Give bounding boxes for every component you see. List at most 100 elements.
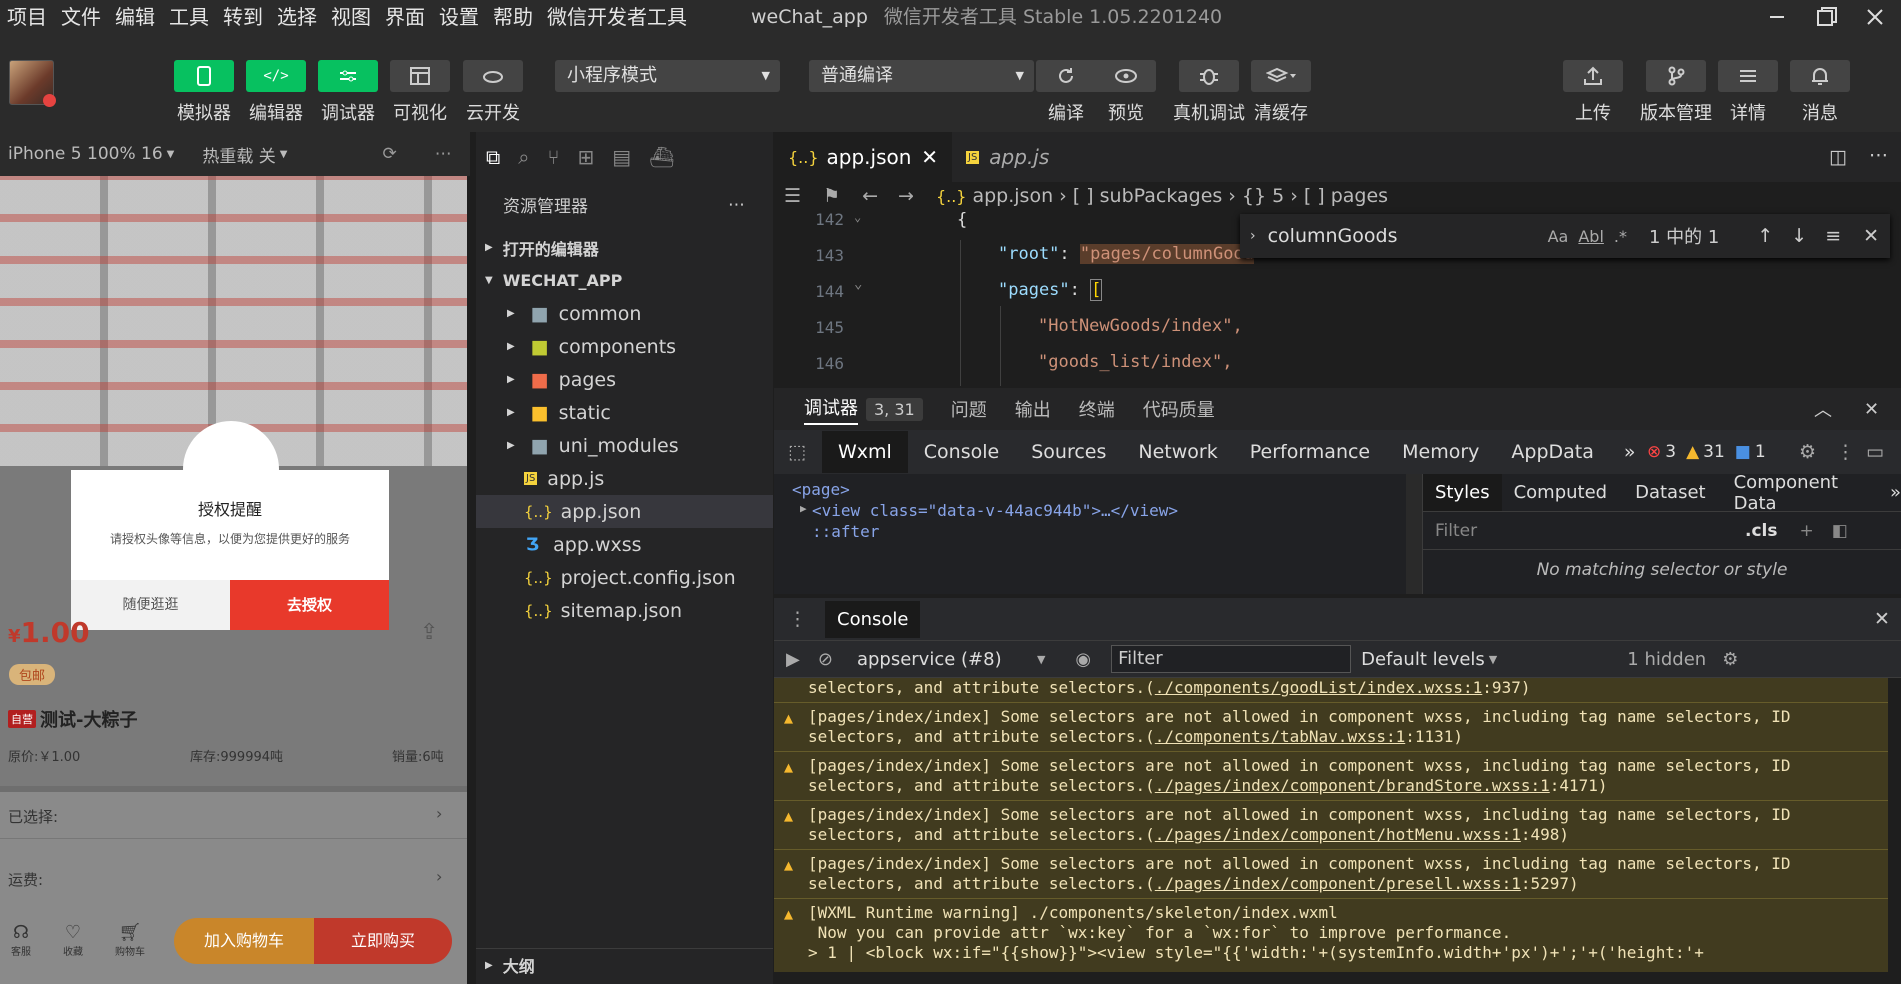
back-icon[interactable]: ← (862, 185, 878, 207)
files-icon[interactable]: ⧉ (486, 145, 500, 169)
project-section[interactable]: ▼ WECHAT_APP (476, 264, 773, 297)
tab-code-quality[interactable]: 代码质量 (1143, 396, 1215, 422)
tree-item-app-wxss[interactable]: Ʒapp.wxss (476, 528, 773, 561)
compile-button[interactable]: 编译 (1036, 60, 1096, 125)
editor-button[interactable]: </> 编辑器 (246, 60, 306, 125)
list-icon[interactable]: ☰ (784, 185, 801, 207)
debugger-button[interactable]: 调试器 (318, 60, 378, 125)
wxml-pseudo-after[interactable]: ::after (812, 522, 879, 541)
cls-toggle[interactable]: .cls (1745, 521, 1777, 541)
tree-item-components[interactable]: ▶ ■ components (476, 330, 773, 363)
kebab-icon[interactable]: ⋮ (788, 608, 807, 630)
tree-item-pages[interactable]: ▶ ■ pages (476, 363, 773, 396)
tab-appdata[interactable]: AppData (1511, 441, 1594, 463)
search-icon[interactable]: ⌕ (518, 145, 529, 169)
breadcrumb-subpackages[interactable]: [ ] subPackages (1073, 185, 1223, 207)
tab-computed[interactable]: Computed (1514, 482, 1608, 503)
share-icon[interactable]: ⇪ (420, 620, 438, 645)
extensions-icon[interactable]: ⊞ (577, 145, 594, 169)
more-icon[interactable]: ⋯ (728, 195, 745, 215)
arrow-up-icon[interactable]: ↑ (1757, 225, 1773, 247)
log-entry[interactable]: ▲ [pages/index/index] Some selectors are … (774, 850, 1888, 899)
wxml-node-view[interactable]: <view class="data-v-44ac944b">…</view> (812, 501, 1178, 520)
preview-button[interactable]: 预览 (1096, 60, 1156, 125)
close-icon[interactable]: ✕ (1863, 225, 1879, 247)
fold-icon[interactable]: ⌄ (854, 276, 862, 292)
open-editors-section[interactable]: ▶ 打开的编辑器 (476, 231, 773, 264)
menu-settings[interactable]: 设置 (432, 0, 486, 34)
match-case-icon[interactable]: Aa (1548, 227, 1569, 246)
tab-styles[interactable]: Styles (1423, 474, 1502, 511)
tab-app-js[interactable]: JS app.js (952, 132, 1107, 182)
tree-item-common[interactable]: ▶ ■ common (476, 297, 773, 330)
simulator-button[interactable]: 模拟器 (174, 60, 234, 125)
tree-item-sitemap[interactable]: {..} sitemap.json (476, 594, 773, 627)
tab-network[interactable]: Network (1138, 441, 1217, 463)
hot-reload-toggle[interactable]: 热重载 关 (202, 142, 275, 167)
tab-app-json[interactable]: {..} app.json ✕ (774, 132, 952, 182)
tab-console[interactable]: Console (924, 441, 999, 463)
tree-item-app-json[interactable]: {..} app.json (476, 495, 773, 528)
source-link[interactable]: ./pages/index/component/brandStore.wxss:… (1155, 776, 1550, 795)
source-link[interactable]: ./components/tabNav.wxss:1 (1155, 727, 1405, 746)
find-input[interactable]: columnGoods (1268, 225, 1548, 247)
tab-sources[interactable]: Sources (1031, 441, 1106, 463)
database-icon[interactable]: ▤ (612, 145, 631, 169)
kebab-icon[interactable]: ⋮ (1836, 441, 1855, 463)
menu-devtools[interactable]: 微信开发者工具 (540, 0, 694, 34)
tab-wxml[interactable]: Wxml (821, 431, 908, 473)
log-entry[interactable]: ▲ [pages/index/index] Some selectors are … (774, 703, 1888, 752)
tab-console-drawer[interactable]: Console (825, 600, 921, 638)
inspect-icon[interactable]: ⬚ (788, 441, 806, 463)
source-control-icon[interactable]: ⑂ (547, 145, 559, 169)
docker-icon[interactable]: ⛴ (649, 145, 674, 169)
menu-goto[interactable]: 转到 (216, 0, 270, 34)
close-icon[interactable]: ✕ (1864, 399, 1879, 420)
context-select[interactable]: appservice (#8) (857, 649, 1037, 670)
bookmark-icon[interactable]: ⚑ (823, 185, 840, 207)
menu-edit[interactable]: 编辑 (108, 0, 162, 34)
gear-icon[interactable]: ⚙ (1799, 441, 1816, 463)
compile-mode-select[interactable]: 普通编译 ▼ (809, 60, 1034, 92)
find-in-selection-icon[interactable]: ≡ (1825, 225, 1841, 247)
wxml-node-page[interactable]: <page> (792, 480, 850, 499)
add-to-cart-button[interactable]: 加入购物车 (174, 918, 314, 964)
styles-filter-input[interactable]: Filter (1435, 521, 1745, 541)
source-link[interactable]: ./pages/index/component/hotMenu.wxss:1 (1155, 825, 1521, 844)
clear-console-icon[interactable]: ⊘ (818, 649, 833, 670)
tab-memory[interactable]: Memory (1402, 441, 1479, 463)
version-button[interactable]: 版本管理 (1640, 60, 1712, 125)
tab-issues[interactable]: 问题 (951, 396, 987, 422)
issue-counters[interactable]: ⊗ 3 ▲ 31 ■ 1 (1647, 442, 1766, 462)
eye-icon[interactable]: ◉ (1075, 649, 1091, 670)
log-levels-select[interactable]: Default levels (1361, 649, 1485, 670)
log-entry[interactable]: selectors, and attribute selectors.(./co… (774, 678, 1888, 703)
gear-icon[interactable]: ⚙ (1722, 649, 1738, 670)
menu-file[interactable]: 文件 (54, 0, 108, 34)
sidebar-icon[interactable]: ▶︎ (786, 649, 800, 670)
tree-item-project-config[interactable]: {..} project.config.json (476, 561, 773, 594)
regex-icon[interactable]: .* (1614, 227, 1627, 246)
remote-debug-button[interactable]: 真机调试 (1173, 60, 1245, 125)
tree-item-app-js[interactable]: JS app.js (476, 462, 773, 495)
tab-output[interactable]: 输出 (1015, 396, 1051, 422)
favorite-button[interactable]: ♡ 收藏 (58, 922, 88, 958)
add-rule-icon[interactable]: + (1799, 521, 1813, 541)
tab-debugger[interactable]: 调试器 (804, 394, 858, 425)
service-button[interactable]: ☊ 客服 (6, 922, 36, 958)
menu-tools[interactable]: 工具 (162, 0, 216, 34)
menu-help[interactable]: 帮助 (486, 0, 540, 34)
menu-project[interactable]: 项目 (0, 0, 54, 34)
messages-button[interactable]: 消息 (1790, 60, 1850, 125)
selected-row[interactable]: 已选择: (8, 806, 58, 827)
upload-button[interactable]: 上传 (1563, 60, 1623, 125)
modal-cancel-button[interactable]: 随便逛逛 (71, 580, 230, 630)
log-entry[interactable]: ▲ [pages/index/index] Some selectors are … (774, 801, 1888, 850)
freight-row[interactable]: 运费: (8, 869, 43, 890)
more-tabs-icon[interactable]: » (1890, 482, 1901, 503)
fold-icon[interactable]: ⌄ (854, 210, 861, 224)
more-tabs-icon[interactable]: » (1624, 441, 1636, 463)
console-filter-input[interactable]: Filter (1111, 645, 1352, 673)
log-entry[interactable]: ▲ [pages/index/index] Some selectors are … (774, 752, 1888, 801)
chevron-right-icon[interactable]: › (1250, 228, 1256, 244)
